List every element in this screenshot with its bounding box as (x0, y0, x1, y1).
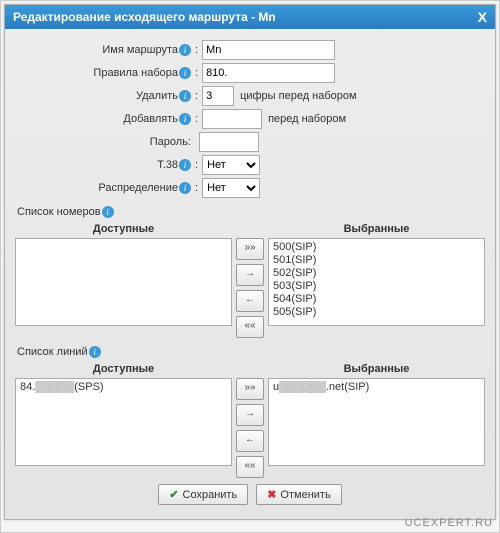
move-right-button[interactable]: → (236, 264, 264, 286)
list-item[interactable]: 501(SIP) (273, 254, 480, 267)
list-item[interactable]: 504(SIP) (273, 293, 480, 306)
numbers-available-header: Доступные (15, 220, 232, 238)
info-icon[interactable]: i (179, 44, 191, 56)
dial-pattern-input[interactable] (202, 63, 335, 83)
info-icon[interactable]: i (179, 182, 191, 194)
info-icon[interactable]: i (89, 346, 101, 358)
numbers-available-list[interactable] (15, 238, 232, 326)
move-left-button[interactable]: ← (236, 430, 264, 452)
list-item[interactable]: 503(SIP) (273, 280, 480, 293)
move-left-button[interactable]: ← (236, 290, 264, 312)
dialog: Редактирование исходящего маршрута - Mn … (4, 4, 496, 520)
list-item[interactable]: u▒▒▒▒▒▒.net(SIP) (273, 381, 480, 394)
move-all-right-button[interactable]: »» (236, 238, 264, 260)
list-item[interactable]: 500(SIP) (273, 241, 480, 254)
label-prepend: Добавлятьi (15, 113, 193, 125)
close-icon[interactable]: X (478, 9, 487, 25)
label-t38: T.38i (15, 159, 193, 171)
save-button[interactable]: ✔Сохранить (158, 484, 248, 505)
info-icon[interactable]: i (179, 67, 191, 79)
prepend-input[interactable] (202, 109, 262, 129)
move-all-left-button[interactable]: «« (236, 456, 264, 478)
list-item[interactable]: 505(SIP) (273, 306, 480, 319)
lines-available-list[interactable]: 84.▒▒▒▒▒(SPS) (15, 378, 232, 466)
cancel-icon: ✖ (267, 488, 276, 501)
password-input[interactable] (199, 132, 259, 152)
numbers-selected-list[interactable]: 500(SIP)501(SIP)502(SIP)503(SIP)504(SIP)… (268, 238, 485, 326)
cancel-button[interactable]: ✖Отменить (256, 484, 341, 505)
lines-selected-header: Выбранные (268, 360, 485, 378)
info-icon[interactable]: i (102, 206, 114, 218)
titlebar: Редактирование исходящего маршрута - Mn … (5, 5, 495, 29)
label-distribution: Распределениеi (15, 182, 193, 194)
t38-select[interactable]: Нет (202, 155, 260, 175)
prepend-suffix: перед набором (268, 113, 346, 125)
check-icon: ✔ (169, 488, 178, 501)
label-route-name: Имя маршрутаi (15, 44, 193, 56)
info-icon[interactable]: i (179, 113, 191, 125)
label-strip: Удалитьi (15, 90, 193, 102)
strip-suffix: цифры перед набором (240, 90, 357, 102)
dialog-title: Редактирование исходящего маршрута - Mn (13, 10, 276, 24)
move-all-left-button[interactable]: «« (236, 316, 264, 338)
lines-section-title: Список линийi (17, 346, 485, 358)
lines-selected-list[interactable]: u▒▒▒▒▒▒.net(SIP) (268, 378, 485, 466)
distribution-select[interactable]: Нет (202, 178, 260, 198)
watermark: UCEXPERT.RU (405, 517, 493, 529)
route-name-input[interactable] (202, 40, 335, 60)
numbers-selected-header: Выбранные (268, 220, 485, 238)
strip-input[interactable] (202, 86, 234, 106)
label-password: Пароль: (15, 136, 193, 148)
info-icon[interactable]: i (179, 159, 191, 171)
move-right-button[interactable]: → (236, 404, 264, 426)
move-all-right-button[interactable]: »» (236, 378, 264, 400)
list-item[interactable]: 502(SIP) (273, 267, 480, 280)
label-dial-pattern: Правила набораi (15, 67, 193, 79)
list-item[interactable]: 84.▒▒▒▒▒(SPS) (20, 381, 227, 394)
info-icon[interactable]: i (179, 90, 191, 102)
numbers-section-title: Список номеровi (17, 206, 485, 218)
lines-available-header: Доступные (15, 360, 232, 378)
